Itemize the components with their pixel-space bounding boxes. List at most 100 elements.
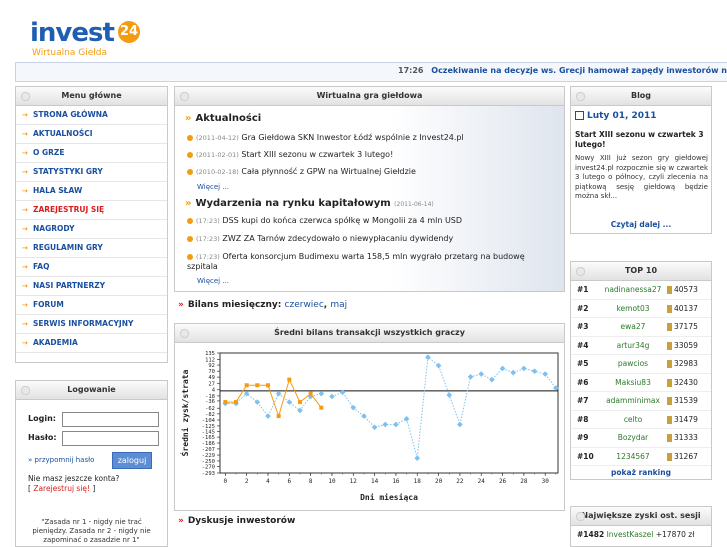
- register-link[interactable]: Zarejestruj się!: [33, 484, 90, 493]
- login-label: Login:: [28, 414, 56, 423]
- y-tick-label: -270: [202, 465, 215, 471]
- news-item[interactable]: (2010-02-18) Cała płynność z GPW na Wirt…: [187, 167, 416, 176]
- score: 32430: [667, 373, 711, 392]
- menu-item[interactable]: → FORUM: [16, 296, 167, 315]
- y-tick-label: 4: [212, 388, 216, 394]
- x-tick-label: 10: [328, 478, 336, 485]
- username[interactable]: 1234567: [599, 447, 667, 466]
- menu-item-label: HALA SŁAW: [33, 186, 83, 195]
- box-dot-icon: [21, 386, 30, 395]
- username[interactable]: Bozydar: [599, 428, 667, 448]
- plot-frame: [219, 352, 559, 474]
- discussions-heading: » Dyskusje inwestorów: [178, 516, 295, 526]
- arrow-right-icon: →: [22, 187, 28, 195]
- arrow-right-icon: →: [22, 168, 28, 176]
- arrow-right-icon: →: [22, 320, 28, 328]
- ranking-row[interactable]: #8 celto 31479: [571, 410, 711, 429]
- username[interactable]: kemot03: [599, 299, 667, 318]
- login-button[interactable]: zaloguj: [112, 452, 152, 469]
- top-gains-box: Największe zyski ost. sesji #1482 Invest…: [570, 506, 712, 547]
- game-title: Wirtualna gra giełdowa: [316, 91, 423, 100]
- chevron-right-icon: »: [178, 300, 184, 310]
- x-tick-label: 6: [287, 478, 291, 485]
- ranking-row[interactable]: #4 artur34g 33059: [571, 336, 711, 355]
- ranking-row[interactable]: #9 Bozydar 31333: [571, 428, 711, 448]
- score: 40137: [667, 299, 711, 318]
- login-box: Logowanie Login: Hasło: » przypomnij has…: [15, 380, 168, 547]
- ranking-row[interactable]: #3 ewa27 37175: [571, 317, 711, 337]
- menu-item[interactable]: → REGULAMIN GRY: [16, 239, 167, 258]
- menu-item[interactable]: → AKTUALNOŚCI: [16, 125, 167, 144]
- ranking-row[interactable]: #1 nadinanessa27 40573: [571, 281, 711, 300]
- data-point: [319, 405, 324, 410]
- data-point: [233, 400, 238, 405]
- ticker-link[interactable]: Oczekiwanie na decyzje ws. Grecji hamowa…: [431, 66, 727, 75]
- ranking-row[interactable]: #5 pawcios 32983: [571, 354, 711, 374]
- rank: #8: [571, 410, 599, 429]
- calendar-icon: [575, 111, 584, 120]
- ranking-row[interactable]: #10 1234567 31267: [571, 447, 711, 466]
- y-tick-label: -82: [205, 412, 215, 418]
- username[interactable]: adamminimax: [599, 391, 667, 411]
- score: 31539: [667, 391, 711, 411]
- username[interactable]: Maksiu83: [599, 373, 667, 392]
- event-item[interactable]: (17:23) Oferta konsorcjum Budimexu warta…: [187, 252, 537, 272]
- x-tick-label: 26: [499, 478, 507, 485]
- username[interactable]: celto: [599, 410, 667, 429]
- x-tick-label: 16: [392, 478, 400, 485]
- username[interactable]: pawcios: [599, 354, 667, 374]
- ranking-row[interactable]: #7 adamminimax 31539: [571, 391, 711, 411]
- password-input[interactable]: [62, 431, 159, 446]
- menu-item[interactable]: → FAQ: [16, 258, 167, 277]
- menu-item[interactable]: → O GRZE: [16, 144, 167, 163]
- data-point: [297, 400, 302, 405]
- event-item[interactable]: (17:23) DSS kupi do końca czerwca spółkę…: [187, 216, 462, 225]
- gains-row[interactable]: #1482 InvestKaszel +17870 zł: [577, 530, 694, 539]
- site-logo[interactable]: invest 24 Wirtualna Giełda: [30, 18, 150, 58]
- menu-item[interactable]: → STATYSTYKI GRY: [16, 163, 167, 182]
- forgot-password-link[interactable]: » przypomnij hasło: [28, 456, 94, 464]
- news-item[interactable]: (2011-02-01) Start XIII sezonu w czwarte…: [187, 150, 393, 159]
- blog-post-title[interactable]: Start XIII sezonu w czwartek 3 lutego!: [575, 130, 708, 150]
- news-more-link[interactable]: Więcej ...: [197, 183, 229, 191]
- event-item[interactable]: (17:23) ZWZ ZA Tarnów zdecydowało o niew…: [187, 234, 453, 243]
- score: 37175: [667, 317, 711, 337]
- bilans-link-june[interactable]: czerwiec: [285, 300, 324, 310]
- bilans-link-may[interactable]: maj: [330, 300, 347, 310]
- menu-item[interactable]: → SERWIS INFORMACYJNY: [16, 315, 167, 334]
- x-tick-label: 22: [456, 478, 464, 485]
- arrow-right-icon: →: [22, 149, 28, 157]
- menu-item[interactable]: → NAGRODY: [16, 220, 167, 239]
- menu-item[interactable]: → NASI PARTNERZY: [16, 277, 167, 296]
- rank: #7: [571, 391, 599, 411]
- quote-text: "Zasada nr 1 - nigdy nie trać pieniędzy.…: [32, 518, 151, 544]
- arrow-right-icon: →: [22, 206, 28, 214]
- show-ranking-link[interactable]: pokaż ranking: [571, 466, 711, 480]
- events-more-link[interactable]: Więcej ...: [197, 277, 229, 285]
- bilans-label: Bilans miesięczny:: [187, 300, 282, 310]
- blog-read-more-link[interactable]: Czytaj dalej ...: [571, 220, 711, 229]
- bullet-icon: [187, 217, 193, 224]
- data-point: [287, 377, 292, 382]
- username[interactable]: ewa27: [599, 317, 667, 337]
- main-menu: Menu główne → STRONA GŁÓWNA → AKTUALNOŚCI → O…: [15, 86, 168, 363]
- username[interactable]: artur34g: [599, 336, 667, 355]
- arrow-right-icon: →: [22, 111, 28, 119]
- top10-table: #1 nadinanessa27 40573 #2 kemot03 40137 #3 ewa2…: [571, 281, 711, 466]
- score: 31267: [667, 447, 711, 466]
- news-item[interactable]: (2011-04-12) Gra Giełdowa SKN Inwestor Ł…: [187, 133, 464, 142]
- login-input[interactable]: [62, 412, 159, 427]
- ranking-row[interactable]: #6 Maksiu83 32430: [571, 373, 711, 392]
- menu-item[interactable]: → HALA SŁAW: [16, 182, 167, 201]
- ranking-row[interactable]: #2 kemot03 40137: [571, 299, 711, 318]
- menu-item-label: SERWIS INFORMACYJNY: [33, 319, 134, 328]
- logo-word: invest: [30, 18, 115, 48]
- menu-item[interactable]: → ZAREJESTRUJ SIĘ: [16, 201, 167, 220]
- y-tick-label: 92: [208, 363, 215, 369]
- box-dot-icon: [576, 512, 585, 521]
- menu-item[interactable]: → AKADEMIA: [16, 334, 167, 353]
- password-label: Hasło:: [28, 433, 57, 442]
- rank: #2: [571, 299, 599, 318]
- menu-item[interactable]: → STRONA GŁÓWNA: [16, 106, 167, 125]
- username[interactable]: nadinanessa27: [599, 281, 667, 300]
